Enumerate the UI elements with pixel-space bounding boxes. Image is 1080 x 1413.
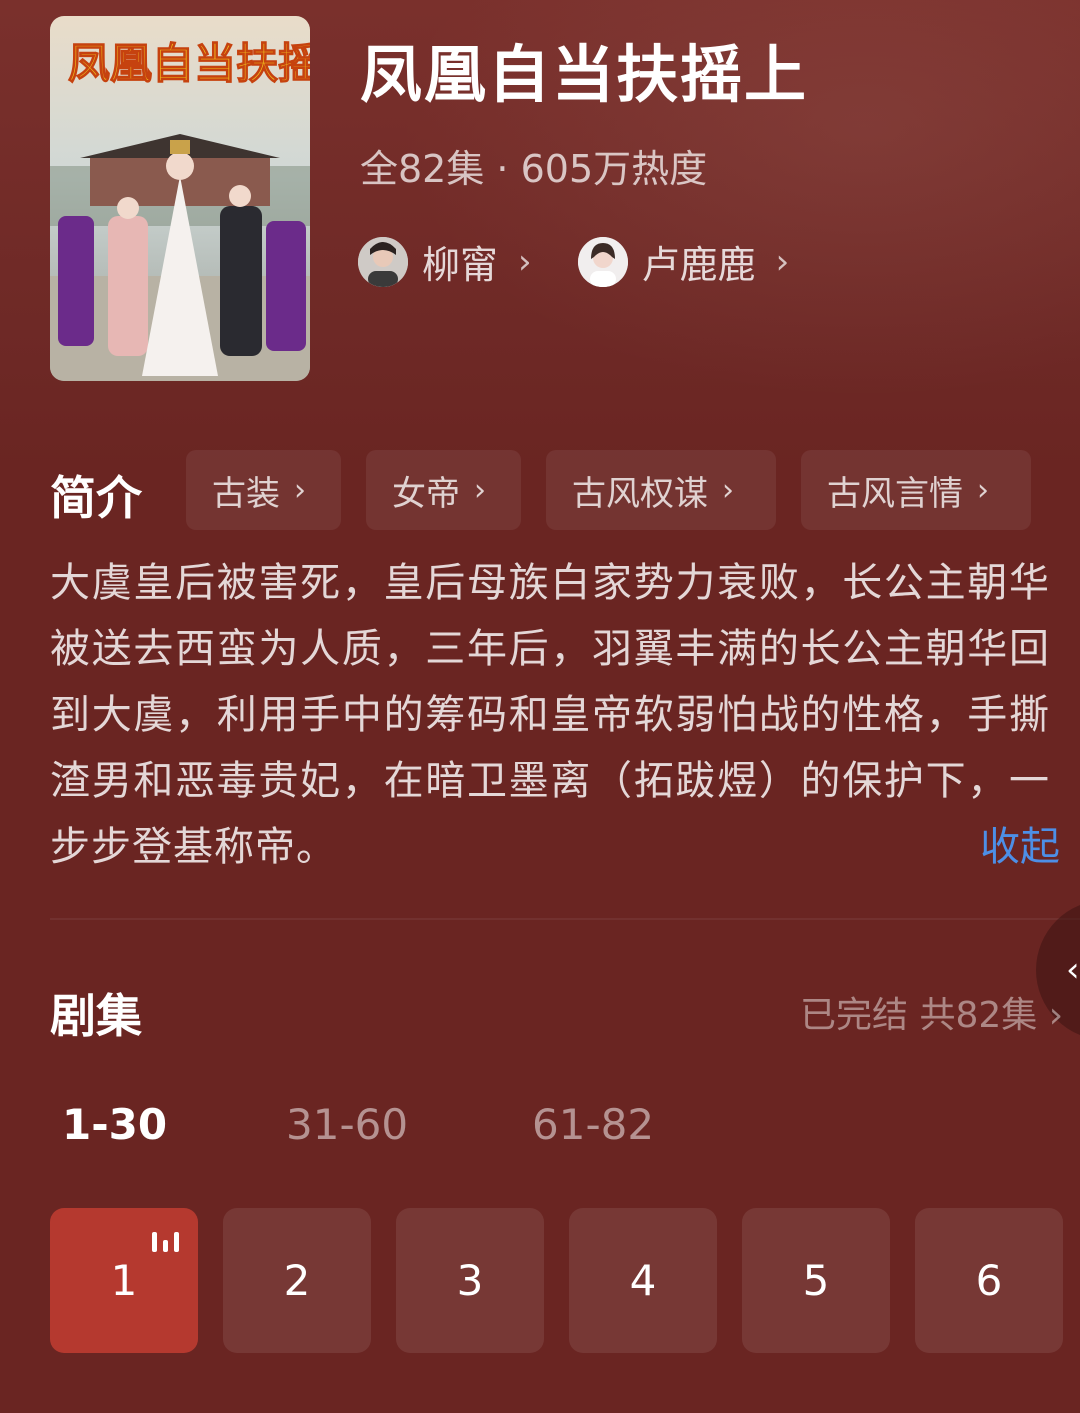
poster-image: 凤凰自当扶摇上 <box>50 16 310 381</box>
episode-button-2[interactable]: 2 <box>223 1208 371 1353</box>
genre-tag[interactable]: 古装 › <box>186 450 341 530</box>
avatar <box>358 236 408 287</box>
synopsis-text: 大虞皇后被害死，皇后母族白家势力衰败，长公主朝华被送去西蛮为人质，三年后，羽翼丰… <box>50 560 1050 870</box>
series-status: 已完结 共82集 <box>800 995 1038 1036</box>
actor-link-1[interactable]: 柳甯 › <box>358 234 532 289</box>
chevron-right-icon: › <box>775 241 790 282</box>
tab-range-31-60[interactable]: 31-60 <box>286 1100 532 1149</box>
chevron-right-icon: › <box>1048 995 1064 1036</box>
episode-grid: 1 2 3 4 5 6 <box>50 1208 1063 1353</box>
episode-button-5[interactable]: 5 <box>742 1208 890 1353</box>
chevron-right-icon: › <box>518 241 532 282</box>
collapse-button[interactable]: 收起 <box>980 814 1060 872</box>
divider <box>50 918 1080 920</box>
actor-name: 柳甯 <box>422 243 499 287</box>
genre-tags: 古装 › 女帝 › 古风权谋 › 古风言情 › <box>186 450 1031 530</box>
tab-range-1-30[interactable]: 1-30 <box>62 1100 286 1149</box>
genre-tag[interactable]: 女帝 › <box>366 450 521 530</box>
episode-button-1[interactable]: 1 <box>50 1208 198 1353</box>
episode-number: 6 <box>975 1256 1003 1305</box>
playing-bars-icon <box>152 1226 180 1252</box>
chevron-right-icon: › <box>722 472 734 508</box>
chevron-right-icon: › <box>294 472 306 508</box>
tab-range-61-82[interactable]: 61-82 <box>532 1100 692 1149</box>
drama-poster[interactable]: 凤凰自当扶摇上 <box>50 16 310 381</box>
cast-list: 柳甯 › 卢鹿鹿 › <box>358 234 789 289</box>
avatar <box>577 236 628 287</box>
tag-label: 古风权谋 <box>572 473 708 514</box>
genre-tag[interactable]: 古风权谋 › <box>546 450 776 530</box>
chevron-right-icon: › <box>977 472 989 508</box>
episode-button-3[interactable]: 3 <box>396 1208 544 1353</box>
genre-tag[interactable]: 古风言情 › <box>801 450 1031 530</box>
poster-title-text: 凤凰自当扶摇上 <box>68 41 310 88</box>
section-title-episodes: 剧集 <box>50 989 142 1043</box>
episode-number: 2 <box>283 1256 311 1305</box>
actor-link-2[interactable]: 卢鹿鹿 › <box>577 234 790 289</box>
episode-number: 3 <box>456 1256 484 1305</box>
series-status-link[interactable]: 已完结 共82集 › <box>800 986 1063 1038</box>
episode-number: 5 <box>802 1256 830 1305</box>
actor-name: 卢鹿鹿 <box>641 243 756 287</box>
episode-number: 1 <box>110 1256 138 1305</box>
episode-button-6[interactable]: 6 <box>915 1208 1063 1353</box>
drama-title: 凤凰自当扶摇上 <box>360 38 809 111</box>
tag-label: 古装 <box>212 473 280 514</box>
chevron-right-icon: › <box>474 472 486 508</box>
episode-count-and-heat: 全82集 · 605万热度 <box>360 147 708 191</box>
episode-button-4[interactable]: 4 <box>569 1208 717 1353</box>
tag-label: 女帝 <box>392 473 460 514</box>
section-title-intro: 简介 <box>50 471 142 525</box>
episode-number: 4 <box>629 1256 657 1305</box>
episode-range-tabs: 1-30 31-60 61-82 <box>62 1100 692 1149</box>
chevron-left-icon: ‹ <box>1066 950 1080 990</box>
tag-label: 古风言情 <box>827 473 963 514</box>
